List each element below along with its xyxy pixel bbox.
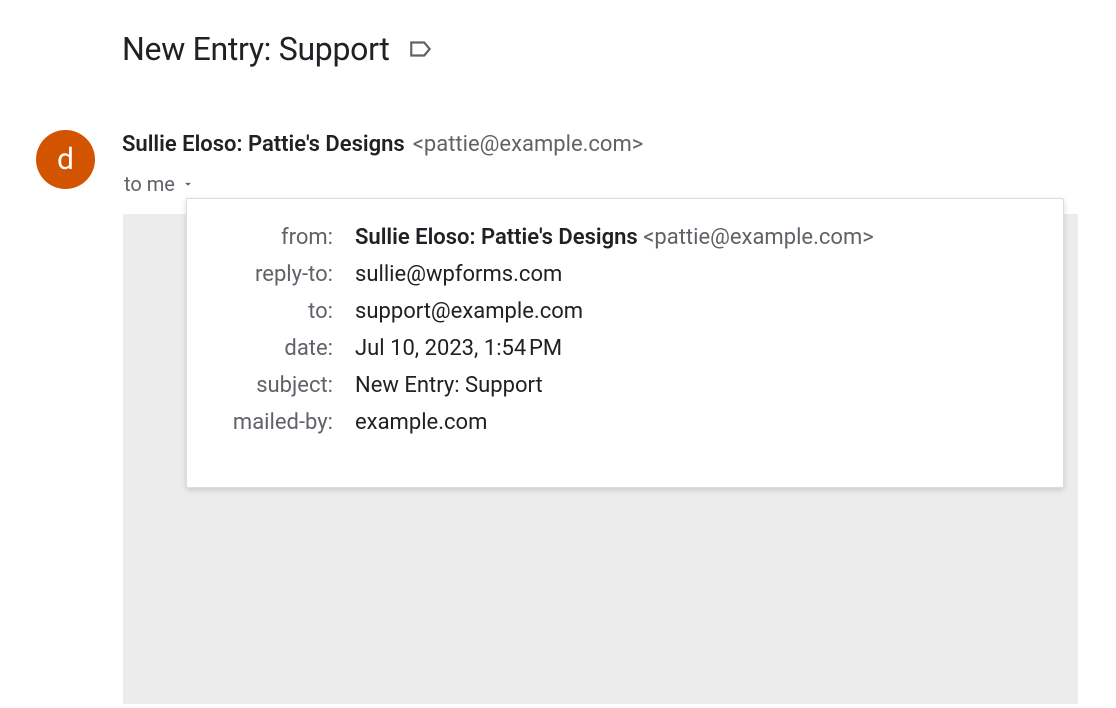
detail-subject-label: subject: xyxy=(187,373,355,398)
avatar-letter: d xyxy=(57,142,74,177)
chevron-down-icon xyxy=(181,177,195,191)
detail-mailedby-label: mailed-by: xyxy=(187,410,355,435)
recipient-summary: to me xyxy=(124,172,175,196)
detail-replyto-row: reply-to: sullie@wpforms.com xyxy=(187,262,1033,287)
detail-from-name: Sullie Eloso: Pattie's Designs xyxy=(355,225,638,250)
detail-mailedby-value: example.com xyxy=(355,410,487,435)
detail-to-label: to: xyxy=(187,299,355,324)
subject-bar: New Entry: Support xyxy=(122,30,434,68)
detail-to-value: support@example.com xyxy=(355,299,583,324)
sender-email: <pattie@example.com> xyxy=(413,132,644,157)
detail-subject-row: subject: New Entry: Support xyxy=(187,373,1033,398)
detail-mailedby-row: mailed-by: example.com xyxy=(187,410,1033,435)
detail-replyto-value: sullie@wpforms.com xyxy=(355,262,562,287)
sender-name: Sullie Eloso: Pattie's Designs xyxy=(122,132,405,157)
sender-row: Sullie Eloso: Pattie's Designs <pattie@e… xyxy=(122,132,643,157)
detail-to-row: to: support@example.com xyxy=(187,299,1033,324)
recipient-toggle[interactable]: to me xyxy=(124,172,195,196)
detail-date-value: Jul 10, 2023, 1:54 PM xyxy=(355,336,562,361)
detail-from-email: <pattie@example.com> xyxy=(643,225,874,250)
detail-from-row: from: Sullie Eloso: Pattie's Designs <pa… xyxy=(187,225,1033,250)
detail-from-value: Sullie Eloso: Pattie's Designs <pattie@e… xyxy=(355,225,874,250)
label-icon[interactable] xyxy=(408,36,434,62)
detail-date-row: date: Jul 10, 2023, 1:54 PM xyxy=(187,336,1033,361)
sender-avatar[interactable]: d xyxy=(36,130,95,189)
detail-replyto-label: reply-to: xyxy=(187,262,355,287)
detail-from-label: from: xyxy=(187,225,355,250)
detail-subject-value: New Entry: Support xyxy=(355,373,543,398)
email-subject: New Entry: Support xyxy=(122,30,390,68)
detail-date-label: date: xyxy=(187,336,355,361)
email-details-popup: from: Sullie Eloso: Pattie's Designs <pa… xyxy=(186,198,1064,488)
